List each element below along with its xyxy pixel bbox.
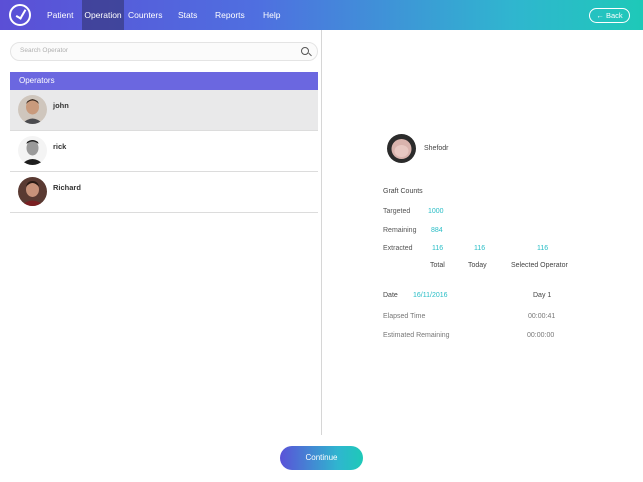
extracted-total-value: 116 <box>432 245 444 252</box>
date-label: Date <box>383 292 398 299</box>
avatar <box>18 95 47 124</box>
estimated-remaining-label: Estimated Remaining <box>383 332 450 339</box>
nav-item-counters[interactable]: Counters <box>128 0 163 30</box>
targeted-label: Targeted <box>383 208 411 215</box>
operators-header: Operators <box>10 72 318 90</box>
back-button[interactable]: ← Back <box>589 8 630 23</box>
extracted-today-value: 116 <box>474 245 486 252</box>
nav-item-help[interactable]: Help <box>263 0 280 30</box>
operation-details: Shefodr Graft Counts Targeted 1000 Remai… <box>323 30 643 435</box>
arrow-left-icon: ← <box>596 11 604 20</box>
elapsed-time-label: Elapsed Time <box>383 313 426 320</box>
graft-counts-title: Graft Counts <box>383 188 423 195</box>
operator-row-john[interactable]: john <box>10 90 318 131</box>
extracted-label: Extracted <box>383 245 413 252</box>
day-label: Day 1 <box>533 292 552 299</box>
operator-row-rick[interactable]: rick <box>10 131 318 172</box>
operator-panel: Search Operator Operators john rick Rich… <box>0 30 322 435</box>
search-box[interactable]: Search Operator <box>10 42 318 61</box>
back-button-label: Back <box>605 11 623 20</box>
avatar <box>18 177 47 206</box>
extracted-selected-value: 116 <box>537 245 549 252</box>
app-logo-icon[interactable] <box>9 4 31 26</box>
search-input[interactable]: Search Operator <box>20 47 68 54</box>
operator-name: rick <box>53 142 67 151</box>
avatar <box>18 136 47 165</box>
date-value: 16/11/2016 <box>413 292 448 299</box>
estimated-remaining-value: 00:00:00 <box>527 332 555 339</box>
remaining-value: 884 <box>431 227 443 234</box>
col-total-label: Total <box>430 262 445 269</box>
nav-item-patient[interactable]: Patient <box>47 0 73 30</box>
targeted-value: 1000 <box>428 208 444 215</box>
patient-avatar <box>387 134 416 163</box>
operator-name: Richard <box>53 183 81 192</box>
nav-item-stats[interactable]: Stats <box>178 0 197 30</box>
patient-name: Shefodr <box>424 145 449 152</box>
operator-row-richard[interactable]: Richard <box>10 172 318 213</box>
col-selected-operator-label: Selected Operator <box>511 262 568 269</box>
operator-name: john <box>53 101 69 110</box>
nav-item-reports[interactable]: Reports <box>215 0 245 30</box>
elapsed-time-value: 00:00:41 <box>528 313 556 320</box>
top-nav-bar: Patient Operation Counters Stats Reports… <box>0 0 643 30</box>
search-icon[interactable] <box>301 47 309 55</box>
remaining-label: Remaining <box>383 227 417 234</box>
col-today-label: Today <box>468 262 487 269</box>
nav-item-operation[interactable]: Operation <box>82 0 124 30</box>
continue-button[interactable]: Continue <box>280 446 363 470</box>
